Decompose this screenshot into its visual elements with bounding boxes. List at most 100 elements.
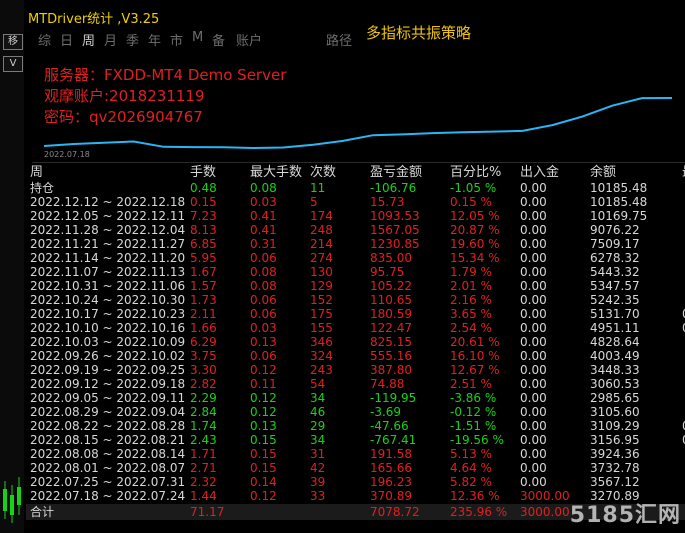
row-lots: 1.66 [190, 321, 217, 335]
row-lots: 3.75 [190, 349, 217, 363]
row-week: 2022.10.03 ~ 2022.10.09 [30, 335, 186, 349]
header-max-lots: 最大手数 [250, 165, 303, 180]
row-balance: 4003.49 [590, 349, 640, 363]
row-pnl: 105.22 [370, 279, 412, 293]
row-balance: 6278.32 [590, 251, 640, 265]
position-max-lots: 0.08 [250, 181, 277, 195]
tab-month[interactable]: 月 [104, 30, 117, 49]
row-max-lots: 0.03 [250, 321, 277, 335]
row-max-lots: 0.13 [250, 419, 277, 433]
row-inout: 0.00 [520, 223, 547, 237]
row-pnl: 165.66 [370, 461, 412, 475]
table-row: 2022.11.21 ~ 2022.11.27 6.85 0.31 214 1230.8… [26, 237, 685, 251]
row-pnl: -119.95 [370, 391, 417, 405]
row-pnl: 191.58 [370, 447, 412, 461]
row-balance: 3060.53 [590, 377, 640, 391]
row-pct: 3.65 % [450, 307, 492, 321]
row-count: 214 [310, 237, 333, 251]
tab-year[interactable]: 年 [148, 30, 161, 49]
row-balance: 5131.70 [590, 307, 640, 321]
row-max-lots: 0.12 [250, 391, 277, 405]
row-pnl: 180.59 [370, 307, 412, 321]
server-label: 服务器：FXDD-MT4 Demo Server [44, 66, 287, 84]
row-pct: 2.16 % [450, 293, 492, 307]
row-inout: 0.00 [520, 195, 547, 209]
row-inout: 3000.00 [520, 489, 570, 503]
row-week: 2022.09.05 ~ 2022.09.11 [30, 391, 186, 405]
table-row: 2022.08.22 ~ 2022.08.28 1.74 0.13 29 -47.66 -… [26, 419, 685, 433]
tab-note[interactable]: 备 [212, 30, 225, 49]
row-max-lots: 0.06 [250, 307, 277, 321]
row-count: 39 [310, 475, 326, 489]
row-count: 54 [310, 377, 326, 391]
row-lots: 7.23 [190, 209, 217, 223]
row-pct: 12.05 % [450, 209, 500, 223]
row-week: 2022.07.25 ~ 2022.07.31 [30, 475, 186, 489]
table-row: 2022.10.31 ~ 2022.11.06 1.57 0.08 129 105.22… [26, 279, 685, 293]
row-week: 2022.09.19 ~ 2022.09.25 [30, 363, 186, 377]
row-inout: 0.00 [520, 405, 547, 419]
toolbar: 综 日 周 月 季 年 市 M 备 账户 路径 [24, 30, 685, 50]
position-balance: 10185.48 [590, 181, 648, 195]
table-row: 2022.09.19 ~ 2022.09.25 3.30 0.12 243 387.80… [26, 363, 685, 377]
row-inout: 0.00 [520, 377, 547, 391]
row-lots: 2.71 [190, 461, 217, 475]
table-row: 2022.09.12 ~ 2022.09.18 2.82 0.11 54 74.88 2.… [26, 377, 685, 391]
table-row: 2022.09.05 ~ 2022.09.11 2.29 0.12 34 -119.95… [26, 391, 685, 405]
table-row: 2022.08.15 ~ 2022.08.21 2.43 0.15 34 -767.41… [26, 433, 685, 447]
tab-week[interactable]: 周 [82, 30, 95, 49]
tab-m[interactable]: M [192, 30, 203, 45]
row-lots: 1.44 [190, 489, 217, 503]
row-lots: 1.73 [190, 293, 217, 307]
tab-day[interactable]: 日 [60, 30, 73, 49]
row-balance: 3448.33 [590, 363, 640, 377]
row-pnl: 122.47 [370, 321, 412, 335]
row-count: 346 [310, 335, 333, 349]
tab-path[interactable]: 路径 [326, 30, 352, 49]
row-lots: 6.85 [190, 237, 217, 251]
row-max-lots: 0.31 [250, 237, 277, 251]
row-week: 2022.12.05 ~ 2022.12.11 [30, 209, 186, 223]
row-pnl: 15.73 [370, 195, 405, 209]
tab-market[interactable]: 市 [170, 30, 183, 49]
row-count: 31 [310, 447, 326, 461]
row-count: 33 [310, 489, 326, 503]
row-lots: 2.11 [190, 307, 217, 321]
row-week: 2022.07.18 ~ 2022.07.24 [30, 489, 186, 503]
total-label: 合计 [30, 505, 55, 519]
tab-account[interactable]: 账户 [236, 30, 262, 49]
row-count: 129 [310, 279, 333, 293]
row-week: 2022.12.12 ~ 2022.12.18 [30, 195, 186, 209]
row-max-lots: 0.13 [250, 335, 277, 349]
table-header-row: 周 手数 最大手数 次数 盈亏金额 百分比% 出入金 余额 最 [26, 166, 685, 180]
tab-summary[interactable]: 综 [38, 30, 51, 49]
row-lots: 5.95 [190, 251, 217, 265]
row-week: 2022.11.14 ~ 2022.11.20 [30, 251, 186, 265]
row-pnl: 95.75 [370, 265, 405, 279]
left-strip-button-2[interactable]: V [3, 56, 23, 72]
row-max-lots: 0.15 [250, 461, 277, 475]
row-pct: 16.10 % [450, 349, 500, 363]
row-count: 243 [310, 363, 333, 377]
candlestick-preview [3, 477, 21, 523]
position-inout: 0.00 [520, 181, 547, 195]
row-balance: 7509.17 [590, 237, 640, 251]
row-week: 2022.08.15 ~ 2022.08.21 [30, 433, 186, 447]
row-pnl: -47.66 [370, 419, 409, 433]
row-lots: 2.84 [190, 405, 217, 419]
row-inout: 0.00 [520, 307, 547, 321]
header-balance: 余额 [590, 165, 617, 180]
row-max-lots: 0.08 [250, 265, 277, 279]
row-week: 2022.10.31 ~ 2022.11.06 [30, 279, 186, 293]
tab-quarter[interactable]: 季 [126, 30, 139, 49]
row-balance: 3105.60 [590, 405, 640, 419]
row-week: 2022.08.22 ~ 2022.08.28 [30, 419, 186, 433]
row-pct: -0.12 % [450, 405, 497, 419]
left-strip-button-1[interactable]: 移 [3, 34, 23, 50]
row-balance: 5347.57 [590, 279, 640, 293]
row-pct: 2.54 % [450, 321, 492, 335]
row-inout: 0.00 [520, 293, 547, 307]
row-pct: 1.79 % [450, 265, 492, 279]
row-pct: 5.82 % [450, 475, 492, 489]
row-count: 174 [310, 209, 333, 223]
